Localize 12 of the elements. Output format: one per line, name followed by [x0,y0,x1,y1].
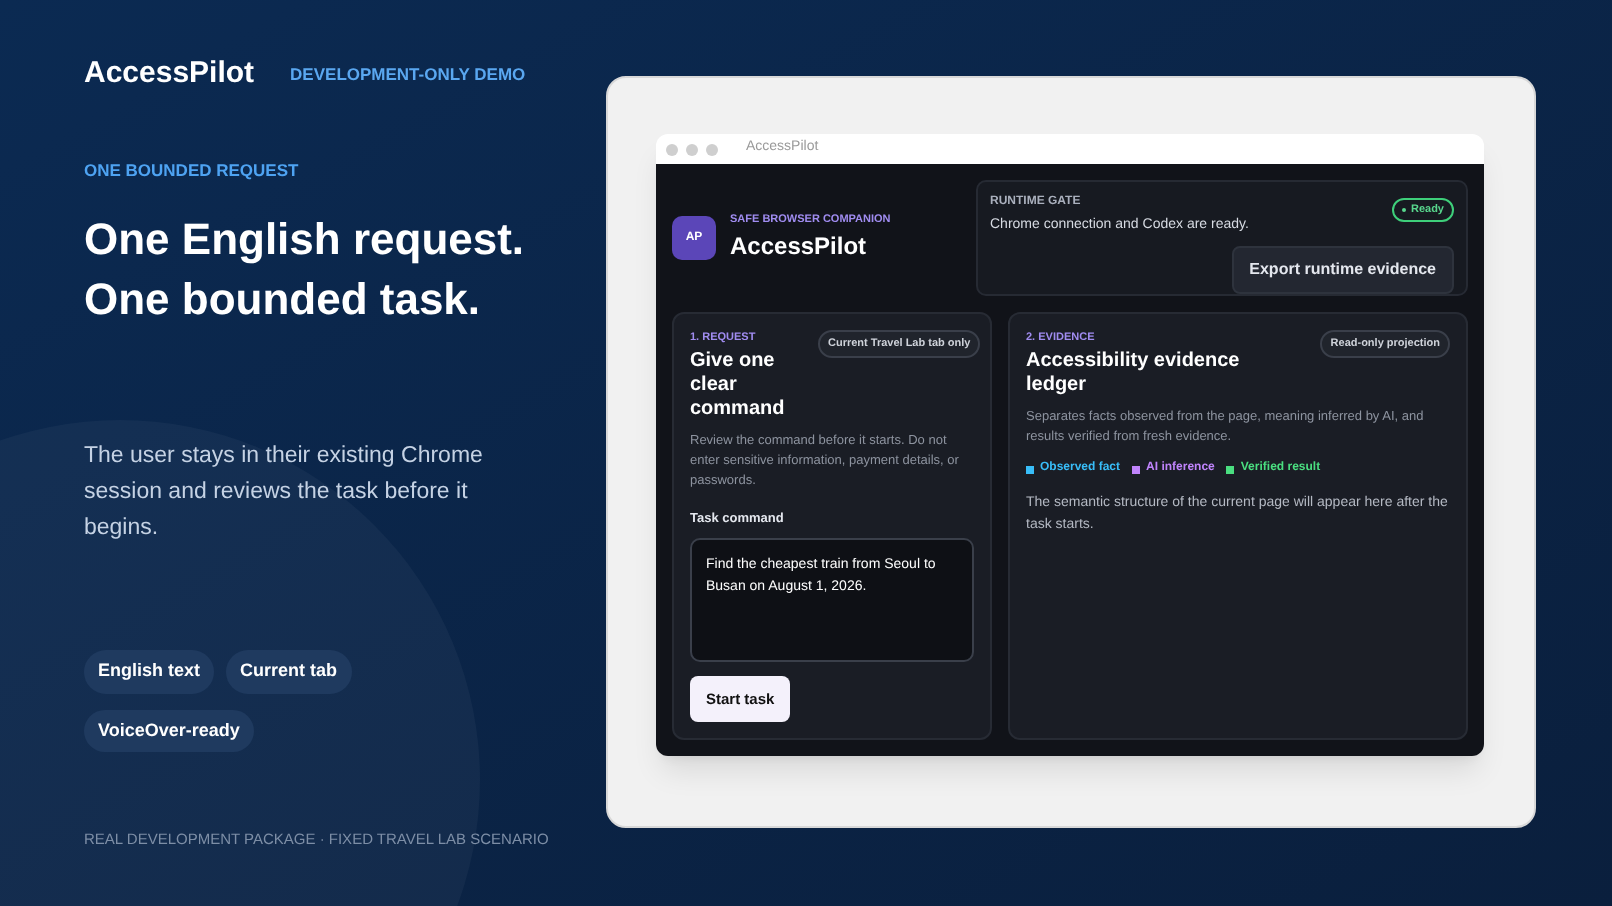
card-title: Accessibility evidence ledger [1026,350,1242,399]
description-text: The user stays in their existing Chrome session and reviews the task before it begins. [84,442,485,545]
feature-chip: Current tab [226,650,352,694]
brand-name: AccessPilot [84,54,255,94]
eyebrow-label: ONE BOUNDED REQUEST [84,157,301,183]
export-button[interactable]: Export runtime evidence [1231,245,1454,293]
feature-chip: English text [84,650,215,694]
headline: One English request. One bounded task. [84,212,527,329]
feature-chip: VoiceOver-ready [84,709,254,753]
brand-tag: DEVELOPMENT-ONLY DEMO [290,61,526,88]
app-name: AccessPilot [730,230,869,265]
card-title: Give one clear command [690,350,787,423]
